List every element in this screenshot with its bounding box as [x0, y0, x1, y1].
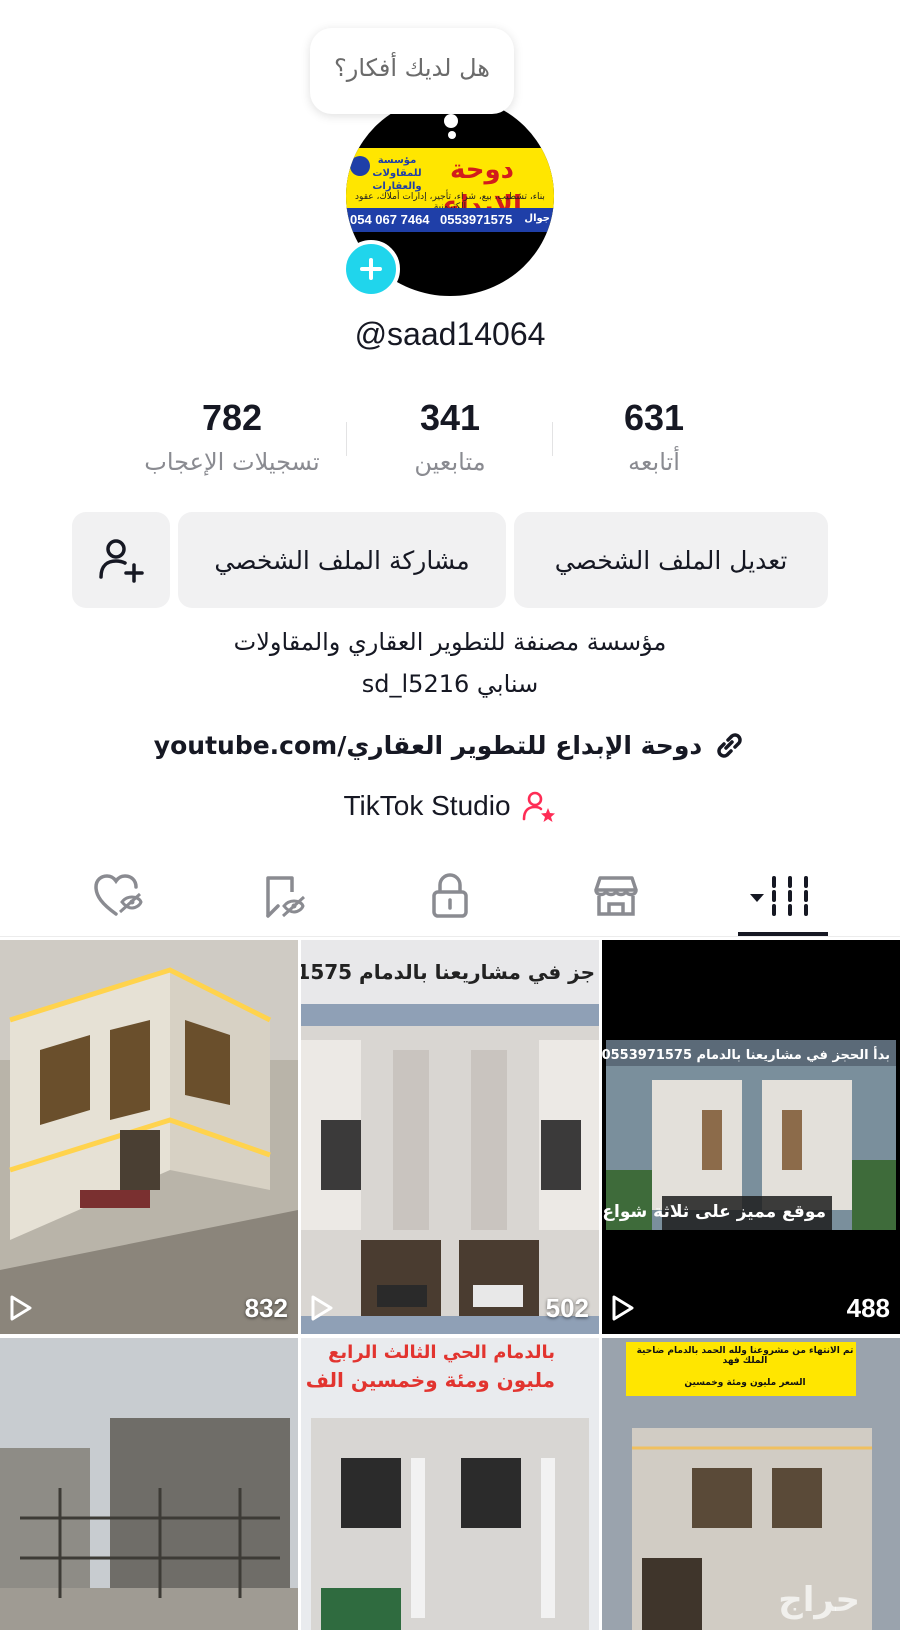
stat-value: 782: [201, 397, 263, 438]
tab-videos[interactable]: [748, 868, 818, 924]
add-story-plus-icon[interactable]: [342, 240, 400, 298]
active-tab-indicator: [738, 932, 828, 936]
video-thumbnail[interactable]: بدأ الحجز في مشاريعنا بالدمام 0553971575…: [602, 940, 900, 1334]
ideas-bubble[interactable]: هل لديك أفكار؟: [310, 28, 514, 114]
stat-value: 631: [623, 397, 685, 438]
stat-divider: [552, 422, 553, 456]
view-count: 832: [244, 1293, 288, 1323]
tab-private[interactable]: [420, 868, 480, 924]
lock-icon: [432, 873, 468, 918]
stat-label: أتابعه: [628, 448, 680, 476]
logo-jawal-label: جوال: [524, 213, 550, 224]
stat-label: تسجيلات الإعجاب: [144, 448, 320, 476]
thumbnail-caption-2: موقع مميز على ثلاثة شواع: [602, 1202, 826, 1222]
bio-line-2: سنابي sd_l5216: [361, 670, 539, 698]
stat-value: 341: [419, 397, 481, 438]
person-add-icon: [99, 539, 144, 583]
tabs-border: [0, 936, 900, 937]
view-count: 488: [846, 1293, 890, 1323]
ideas-bubble-text: هل لديك أفكار؟: [334, 54, 490, 82]
video-thumbnail[interactable]: 832: [0, 940, 298, 1334]
logo-phone-bar: 054 067 7464 0553971575 جوال: [346, 208, 554, 232]
thumbnail-image: [0, 1338, 298, 1630]
thumbnail-caption-2: مليون ومئة وخمسين الف: [305, 1368, 555, 1392]
stat-divider: [346, 422, 347, 456]
link-icon: [717, 733, 742, 758]
thumbnail-caption: جز في مشاريعنا بالدمام 971575: [301, 960, 595, 984]
creator-star-icon: [522, 791, 555, 822]
video-thumbnail[interactable]: جز في مشاريعنا بالدمام 971575 502: [301, 940, 599, 1334]
tab-favorites[interactable]: [252, 868, 312, 924]
video-thumbnail[interactable]: بالدمام الحي الثالث الرابع مليون ومئة وخ…: [301, 1338, 599, 1630]
bio-line-1: مؤسسة مصنفة للتطوير العقاري والمقاولات: [233, 628, 667, 656]
thumbnail-image: [0, 940, 298, 1334]
thumbnail-caption: تم الانتهاء من مشروعنا ولله الحمد بالدما…: [636, 1346, 854, 1366]
favorites-icon: [266, 876, 306, 918]
tab-liked[interactable]: [88, 868, 148, 924]
videos-grid-icon: [750, 876, 808, 916]
tab-shop[interactable]: [586, 868, 646, 924]
video-thumbnail[interactable]: [0, 1338, 298, 1630]
tiktok-studio-link[interactable]: TikTok Studio: [0, 788, 900, 824]
stat-label: متابعين: [414, 448, 486, 476]
profile-link[interactable]: دوحة الإبداع للتطوير العقاري/youtube.com: [0, 728, 900, 762]
stat-likes[interactable]: 782 تسجيلات الإعجاب: [132, 396, 332, 476]
video-thumbnail[interactable]: تم الانتهاء من مشروعنا ولله الحمد بالدما…: [602, 1338, 900, 1630]
stat-following[interactable]: 631 أتابعه: [554, 396, 754, 476]
logo-phone-1: 054 067 7464: [350, 212, 430, 227]
add-friend-button[interactable]: [72, 512, 170, 608]
bubble-tail-dot: [448, 131, 456, 139]
haraj-watermark: حراج: [778, 1580, 860, 1620]
play-icon: [311, 1295, 333, 1321]
tiktok-studio-label: TikTok Studio: [343, 790, 511, 821]
thumbnail-image: [301, 940, 599, 1334]
liked-icon: [94, 874, 143, 916]
bubble-tail: [444, 114, 458, 128]
thumbnail-caption-2: السعر مليون ومئة وخمسين: [684, 1378, 806, 1388]
view-count: 502: [545, 1293, 589, 1323]
profile-link-text: دوحة الإبداع للتطوير العقاري/youtube.com: [153, 730, 703, 760]
thumbnail-caption: بالدمام الحي الثالث الرابع: [328, 1342, 555, 1363]
play-icon: [612, 1295, 634, 1321]
logo-phone-2: 0553971575: [440, 212, 513, 227]
edit-profile-button[interactable]: تعديل الملف الشخصي: [514, 512, 828, 608]
thumbnail-caption: بدأ الحجز في مشاريعنا بالدمام 0553971575: [602, 1048, 890, 1063]
shop-icon: [594, 876, 638, 916]
thumbnail-image: [602, 940, 900, 1334]
username: @saad14064: [354, 316, 546, 352]
logo-emblem-icon: [350, 156, 370, 176]
share-profile-button[interactable]: مشاركة الملف الشخصي: [178, 512, 506, 608]
company-logo: مؤسسة للمقاولات والعقارات دوحة الإبداع ب…: [346, 148, 554, 232]
stat-followers[interactable]: 341 متابعين: [350, 396, 550, 476]
play-icon: [10, 1295, 32, 1321]
